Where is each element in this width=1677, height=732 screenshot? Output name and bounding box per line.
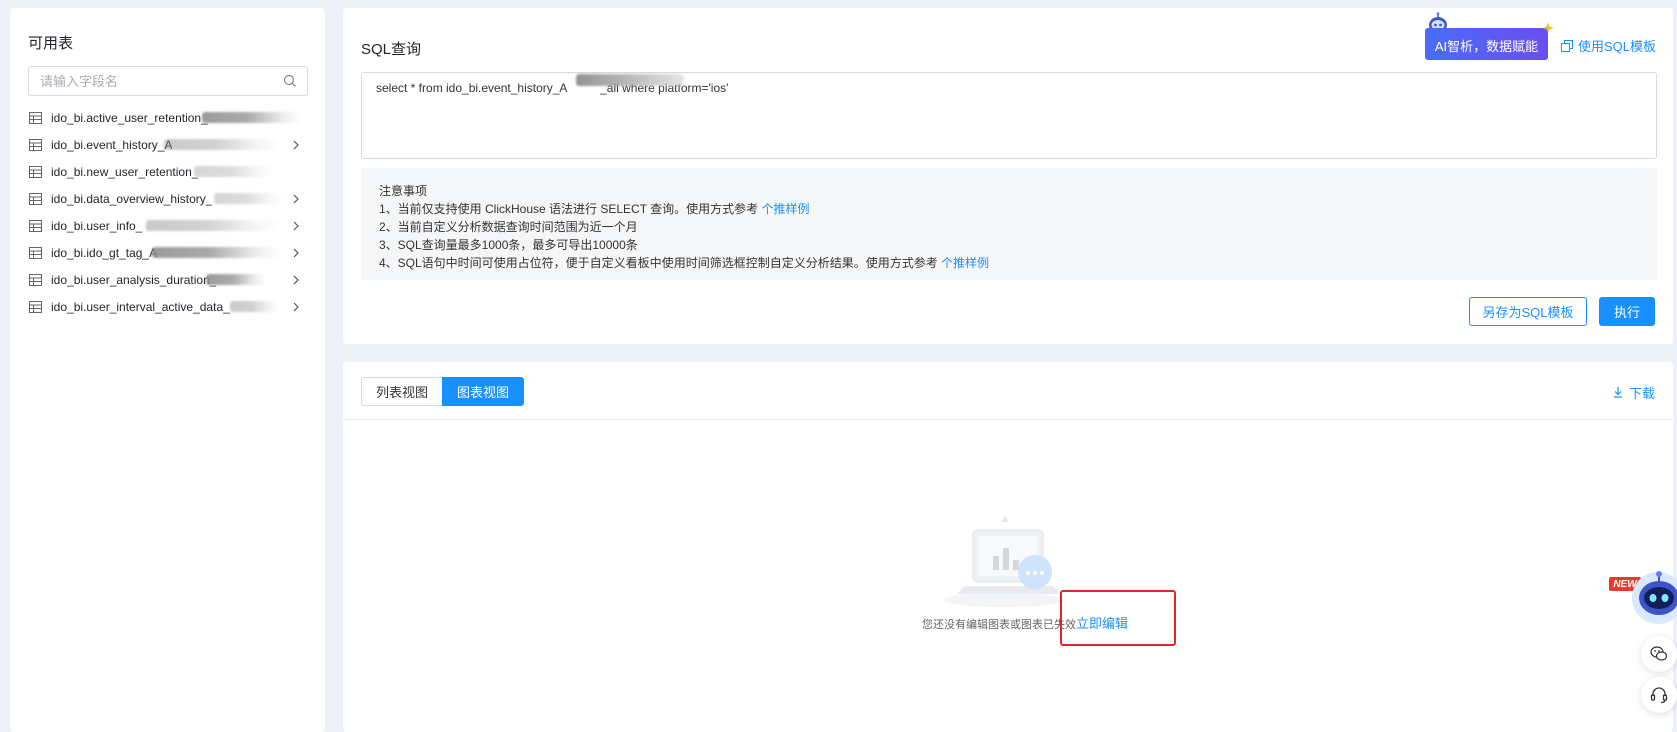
redaction-mask (576, 74, 684, 86)
table-name: ido_bi.ido_gt_tag_A (51, 245, 158, 260)
view-tabs: 列表视图 图表视图 (361, 377, 525, 406)
table-item[interactable]: ido_bi.data_overview_history_ (28, 185, 308, 212)
table-name: ido_bi.user_interval_active_data_ (51, 299, 230, 314)
tab-list-view[interactable]: 列表视图 (361, 377, 443, 406)
use-sql-template-label: 使用SQL模板 (1578, 39, 1657, 54)
tab-chart-view[interactable]: 图表视图 (442, 377, 525, 406)
notes-line: 3、SQL查询量最多1000条，最多可导出10000条 (379, 238, 638, 252)
sql-editor[interactable]: select * from ido_bi.event_history_A _al… (361, 72, 1657, 159)
notes-line: 1、当前仅支持使用 ClickHouse 语法进行 SELECT 查询。使用方式… (379, 200, 1639, 218)
divider (343, 419, 1673, 420)
table-icon (29, 300, 42, 313)
table-icon (29, 138, 42, 151)
notes-heading: 注意事项 (379, 184, 428, 198)
download-label: 下载 (1628, 386, 1655, 401)
edit-now-link[interactable]: 立即编辑 (1076, 613, 1128, 632)
notes-line-text: 1、当前仅支持使用 ClickHouse 语法进行 SELECT 查询。使用方式… (379, 202, 759, 216)
headset-icon (1650, 687, 1668, 704)
table-icon (29, 165, 42, 178)
chevron-right-icon[interactable] (292, 221, 300, 231)
download-icon (1613, 387, 1622, 398)
ai-analysis-button[interactable]: AI智析，数据赋能 (1425, 28, 1548, 60)
table-icon (29, 111, 42, 124)
chevron-right-icon[interactable] (292, 248, 300, 258)
sidebar-title: 可用表 (28, 35, 74, 52)
customer-service-button[interactable] (1641, 677, 1677, 713)
field-search-box[interactable] (28, 66, 308, 96)
table-list: ido_bi.active_user_retention_ ido_bi.eve… (28, 104, 308, 320)
chevron-right-icon[interactable] (292, 275, 300, 285)
table-item[interactable]: ido_bi.user_interval_active_data_ (28, 293, 308, 320)
table-name: ido_bi.data_overview_history_ (51, 191, 213, 206)
redaction-mask (206, 274, 266, 285)
table-name: ido_bi.event_history_A (51, 137, 173, 152)
field-search-input[interactable] (40, 67, 280, 95)
redaction-mask (230, 301, 280, 312)
notes-line: 2、当前自定义分析数据查询时间范围为近一个月 (379, 220, 638, 234)
redaction-mask (152, 247, 280, 258)
wechat-icon (1650, 646, 1668, 661)
wechat-button[interactable] (1641, 636, 1677, 672)
copy-icon (1561, 39, 1573, 52)
table-icon (29, 219, 42, 232)
chevron-right-icon[interactable] (292, 302, 300, 312)
redaction-mask (194, 166, 274, 177)
chevron-right-icon[interactable] (292, 140, 300, 150)
redaction-mask (146, 220, 280, 231)
example-link[interactable]: 个推样例 (762, 202, 810, 216)
table-name: ido_bi.new_user_retention_ (51, 164, 199, 179)
execute-button[interactable]: 执行 (1599, 297, 1655, 326)
redaction-mask (202, 112, 302, 123)
notes-box: 注意事项 1、当前仅支持使用 ClickHouse 语法进行 SELECT 查询… (361, 168, 1657, 280)
table-item[interactable]: ido_bi.user_info_ (28, 212, 308, 239)
result-panel: 列表视图 图表视图 下载 您还没有编辑图表或图表已失效 立即编辑 (343, 362, 1673, 732)
table-name: ido_bi.user_analysis_duration_ (51, 272, 217, 287)
notes-line-text: 4、SQL语句中时间可使用占位符，便于自定义看板中使用时间筛选框控制自定义分析结… (379, 256, 938, 270)
table-item[interactable]: ido_bi.user_analysis_duration_ (28, 266, 308, 293)
use-sql-template-link[interactable]: 使用SQL模板 (1561, 36, 1656, 55)
table-name: ido_bi.active_user_retention_ (51, 110, 208, 125)
redaction-mask (164, 139, 280, 150)
table-item[interactable]: ido_bi.active_user_retention_ (28, 104, 308, 131)
sql-query-panel: SQL查询 AI智析，数据赋能 使用SQL模板 select * from id… (343, 8, 1673, 344)
sparkle-icon (1542, 22, 1554, 34)
notes-line: 4、SQL语句中时间可使用占位符，便于自定义看板中使用时间筛选框控制自定义分析结… (379, 254, 1639, 272)
sql-panel-title: SQL查询 (361, 41, 422, 58)
table-item[interactable]: ido_bi.event_history_A (28, 131, 308, 158)
table-name: ido_bi.user_info_ (51, 218, 143, 233)
table-icon (29, 246, 42, 259)
table-icon (29, 192, 42, 205)
search-icon[interactable] (283, 74, 297, 88)
redaction-mask (214, 193, 284, 204)
chevron-right-icon[interactable] (292, 194, 300, 204)
save-as-sql-template-button[interactable]: 另存为SQL模板 (1469, 297, 1587, 326)
table-sidebar: 可用表 ido_bi.active_user_retention_ ido_bi… (10, 8, 325, 732)
table-item[interactable]: ido_bi.ido_gt_tag_A (28, 239, 308, 266)
table-icon (29, 273, 42, 286)
example-link[interactable]: 个推样例 (941, 256, 989, 270)
table-item[interactable]: ido_bi.new_user_retention_ (28, 158, 308, 185)
empty-chart-illustration (943, 516, 1063, 607)
assistant-robot-icon[interactable] (1628, 568, 1677, 624)
download-button[interactable]: 下载 (1613, 383, 1655, 402)
empty-state-text: 您还没有编辑图表或图表已失效 (922, 619, 1076, 631)
